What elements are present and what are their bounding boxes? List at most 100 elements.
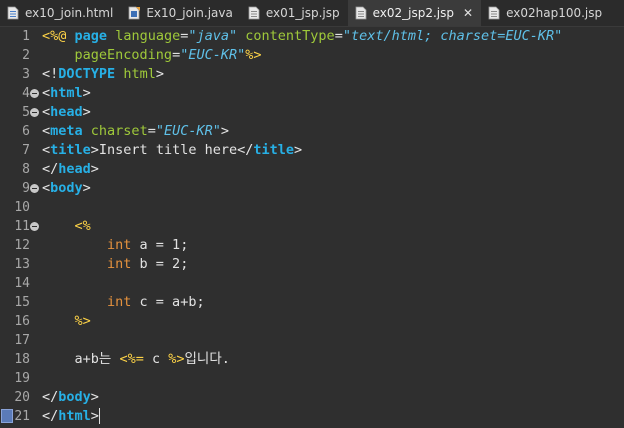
code-line[interactable]: <!DOCTYPE html> (42, 65, 624, 84)
code-token: > (220, 123, 230, 139)
code-line[interactable]: <html> (42, 84, 624, 103)
code-token: meta (50, 123, 83, 139)
code-line[interactable]: </body> (42, 388, 624, 407)
tab-label: ex01_jsp.jsp (265, 6, 340, 20)
code-token: title (50, 142, 91, 158)
line-number-text: 13 (14, 257, 30, 272)
code-line[interactable]: int b = 2; (42, 255, 624, 274)
line-number-text: 1 (22, 29, 30, 44)
editor-tab[interactable]: Ex10_join.java (121, 0, 241, 26)
line-number: 3 (0, 65, 40, 84)
code-token: a+b는 (74, 351, 120, 367)
code-line[interactable]: <meta charset="EUC-KR"> (42, 122, 624, 141)
code-line[interactable] (42, 331, 624, 350)
code-token: < (42, 85, 51, 101)
line-number-text: 15 (14, 295, 30, 310)
line-number: 8 (0, 160, 40, 179)
line-number-text: 7 (22, 143, 30, 158)
code-token: > (155, 66, 164, 82)
line-number-text: 8 (22, 162, 30, 177)
line-number: 20 (0, 388, 40, 407)
line-number-text: 16 (14, 314, 30, 329)
line-number: 4 (0, 84, 40, 103)
line-number: 15 (0, 293, 40, 312)
code-token: <%@ (42, 28, 67, 44)
code-line[interactable]: int a = 1; (42, 236, 624, 255)
code-token: "EUC-KR" (180, 47, 246, 63)
code-line[interactable]: <head> (42, 103, 624, 122)
line-number: 12 (0, 236, 40, 255)
editor-tab[interactable]: ex02_jsp2.jsp ✕ (347, 0, 482, 26)
line-number: 14 (0, 274, 40, 293)
line-number-text: 6 (22, 124, 30, 139)
code-token: html (58, 408, 91, 424)
code-token: body (50, 180, 83, 196)
code-token: c = a+b; (131, 294, 205, 310)
code-line[interactable]: int c = a+b; (42, 293, 624, 312)
code-token: </ (42, 389, 59, 405)
code-token: > (82, 180, 91, 196)
code-line[interactable]: pageEncoding="EUC-KR"%> (42, 46, 624, 65)
code-token: b = 2; (131, 256, 189, 272)
tab-label: ex02_jsp2.jsp (372, 6, 455, 20)
code-token: language (115, 28, 181, 44)
code-token: html (123, 66, 156, 82)
editor-tab[interactable]: ex10_join.html (0, 0, 121, 26)
fold-collapse-icon[interactable] (30, 222, 39, 231)
code-token: < (42, 123, 51, 139)
code-line[interactable]: a+b는 <%= c %>입니다. (42, 350, 624, 369)
code-area[interactable]: <%@ page language="java" contentType="te… (42, 27, 624, 428)
line-number-text: 3 (22, 67, 30, 82)
code-line[interactable]: <body> (42, 179, 624, 198)
code-token: = (172, 47, 181, 63)
code-token: > (294, 142, 303, 158)
line-number: 2 (0, 46, 40, 65)
tab-label: Ex10_join.java (146, 6, 233, 20)
code-token: "java" (188, 28, 238, 44)
code-token: > (82, 85, 91, 101)
line-number-text: 11 (14, 219, 30, 234)
code-line[interactable]: %> (42, 312, 624, 331)
code-token: = (147, 123, 156, 139)
jsp-file-icon (354, 6, 368, 20)
code-token: </ (42, 161, 59, 177)
fold-collapse-icon[interactable] (30, 184, 39, 193)
code-line[interactable]: <title>Insert title here</title> (42, 141, 624, 160)
editor-tab[interactable]: ex01_jsp.jsp (241, 0, 348, 26)
code-editor[interactable]: 1 2 3 4 5 6 7 8 9 10 11 12 13 14 15 16 17 18 19 20 21 <%@ pa… (0, 27, 624, 428)
code-token: c (143, 351, 169, 367)
line-number: 5 (0, 103, 40, 122)
line-number-text: 20 (14, 390, 30, 405)
code-line[interactable] (42, 369, 624, 388)
editor-tab[interactable]: ex02hap100.jsp (481, 0, 610, 26)
line-number: 16 (0, 312, 40, 331)
close-tab-icon[interactable]: ✕ (463, 6, 473, 20)
code-token: > (90, 408, 99, 424)
code-token: > (90, 142, 99, 158)
fold-collapse-icon[interactable] (30, 89, 39, 98)
code-line[interactable] (42, 198, 624, 217)
line-number: 10 (0, 198, 40, 217)
jsp-file-icon (247, 6, 261, 20)
code-line[interactable]: <% (42, 217, 624, 236)
code-token: DOCTYPE (58, 66, 116, 82)
line-number: 17 (0, 331, 40, 350)
html-file-icon (6, 6, 20, 20)
code-line[interactable]: </head> (42, 160, 624, 179)
line-number-text: 17 (14, 333, 30, 348)
code-line[interactable]: <%@ page language="java" contentType="te… (42, 27, 624, 46)
code-token: html (50, 85, 83, 101)
fold-collapse-icon[interactable] (30, 108, 39, 117)
code-token: a = 1; (131, 237, 189, 253)
line-number-text: 14 (14, 276, 30, 291)
tab-label: ex10_join.html (25, 6, 114, 20)
code-line[interactable]: </html> (42, 407, 624, 426)
code-token: 입니다. (184, 351, 230, 367)
code-line[interactable] (42, 274, 624, 293)
code-token: int (107, 256, 132, 272)
code-token: <! (42, 66, 59, 82)
code-token: < (42, 180, 51, 196)
